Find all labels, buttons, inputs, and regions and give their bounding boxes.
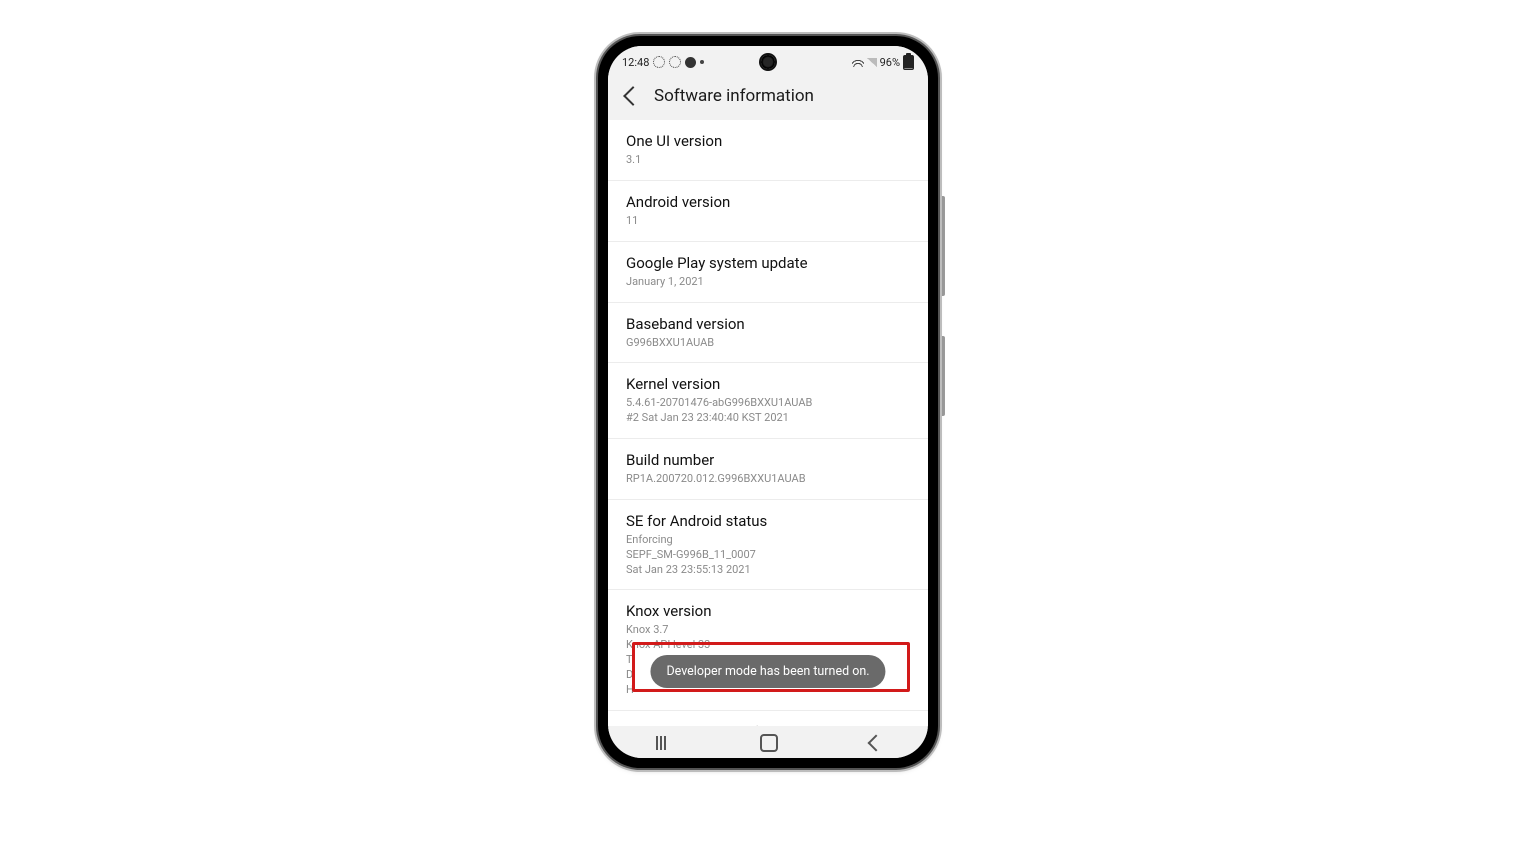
- alarm-icon: [669, 56, 681, 68]
- item-primary: One UI version: [626, 132, 910, 150]
- wifi-icon: [852, 58, 864, 67]
- status-right: 96%: [852, 55, 914, 70]
- phone-mockup: 12:48 96% Software information One UI ve…: [598, 36, 938, 768]
- nav-recents-icon[interactable]: [660, 736, 662, 750]
- list-item[interactable]: Knox version Knox 3.7 Knox API level 33 …: [608, 590, 928, 710]
- back-icon[interactable]: [623, 86, 643, 106]
- item-secondary: 5.4.61-20701476-abG996BXXU1AUAB #2 Sat J…: [626, 396, 910, 426]
- item-secondary: RP1A.200720.012.G996BXXU1AUAB: [626, 472, 910, 487]
- item-secondary: G996BXXU1AUAB: [626, 336, 910, 351]
- page-header: Software information: [608, 76, 928, 120]
- item-secondary: January 1, 2021: [626, 275, 910, 290]
- nav-back-icon[interactable]: [868, 735, 885, 752]
- item-primary: Build number: [626, 451, 910, 469]
- item-primary: SE for Android status: [626, 512, 910, 530]
- status-time: 12:48: [622, 56, 649, 69]
- battery-icon: [903, 55, 914, 70]
- list-item[interactable]: Service provider software version SAOMC_…: [608, 711, 928, 726]
- list-item[interactable]: Android version 11: [608, 181, 928, 242]
- item-secondary: Enforcing SEPF_SM-G996B_11_0007 Sat Jan …: [626, 533, 910, 578]
- volume-button: [940, 196, 945, 296]
- nav-bar: [608, 728, 928, 758]
- list-item[interactable]: Baseband version G996BXXU1AUAB: [608, 303, 928, 364]
- list-item[interactable]: Kernel version 5.4.61-20701476-abG996BXX…: [608, 363, 928, 439]
- list-item[interactable]: One UI version 3.1: [608, 120, 928, 181]
- battery-text: 96%: [880, 56, 900, 69]
- item-secondary: 11: [626, 214, 910, 229]
- status-left: 12:48: [622, 56, 704, 69]
- more-notifications-icon: [700, 60, 704, 64]
- list-item[interactable]: Build number RP1A.200720.012.G996BXXU1AU…: [608, 439, 928, 500]
- item-primary: Knox version: [626, 602, 910, 620]
- camera-hole: [761, 55, 775, 69]
- settings-list[interactable]: One UI version 3.1 Android version 11 Go…: [608, 120, 928, 726]
- power-button: [940, 336, 945, 416]
- item-primary: Service provider software version: [626, 723, 910, 726]
- app-indicator-icon: [685, 57, 696, 68]
- page-title: Software information: [654, 86, 814, 106]
- list-item[interactable]: Google Play system update January 1, 202…: [608, 242, 928, 303]
- item-primary: Baseband version: [626, 315, 910, 333]
- item-primary: Android version: [626, 193, 910, 211]
- item-primary: Google Play system update: [626, 254, 910, 272]
- item-primary: Kernel version: [626, 375, 910, 393]
- signal-icon: [867, 58, 877, 67]
- list-item[interactable]: SE for Android status Enforcing SEPF_SM-…: [608, 500, 928, 591]
- phone-screen: 12:48 96% Software information One UI ve…: [608, 46, 928, 758]
- item-secondary: 3.1: [626, 153, 910, 168]
- alarm-icon: [653, 56, 665, 68]
- nav-home-icon[interactable]: [760, 734, 778, 752]
- toast-message: Developer mode has been turned on.: [650, 655, 885, 688]
